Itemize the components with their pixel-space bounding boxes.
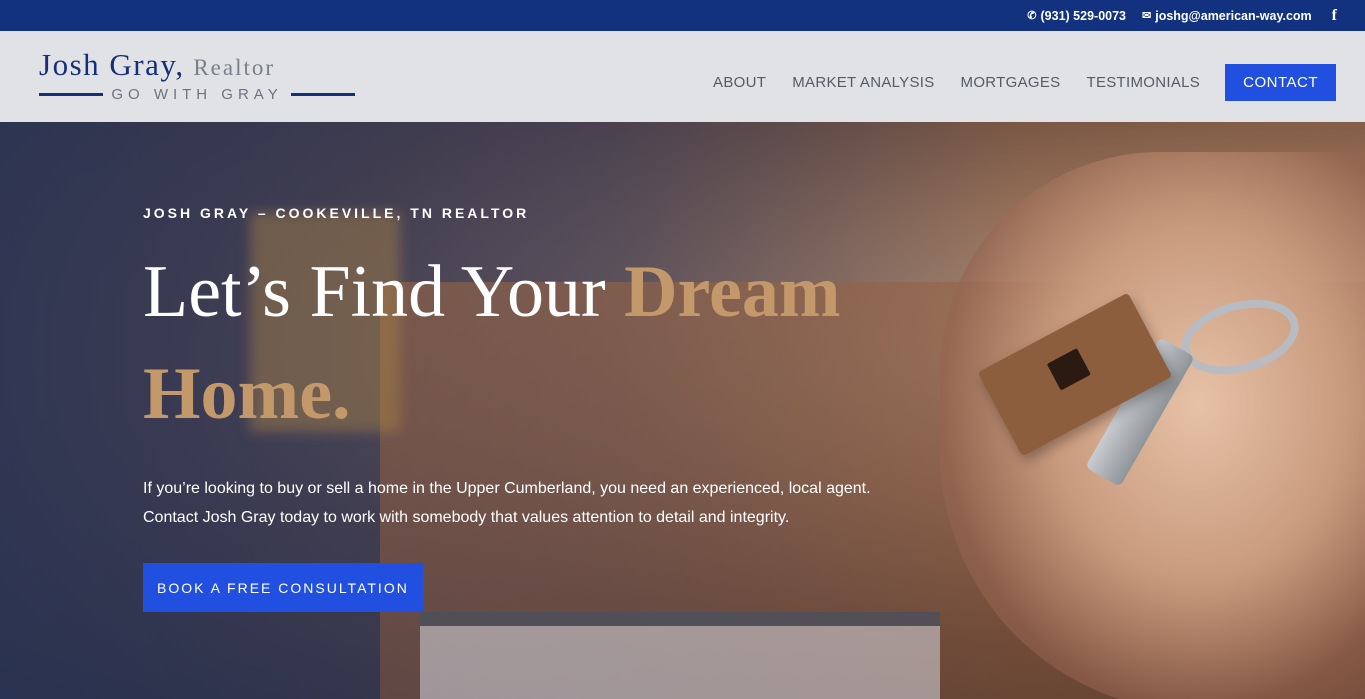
logo-tagline-text: GO WITH GRAY — [111, 86, 283, 103]
headline-plain: Let’s Find Your — [143, 251, 625, 333]
hero-clipboard — [420, 612, 940, 699]
hero-description: If you’re looking to buy or sell a home … — [143, 480, 871, 526]
phone-icon: ✆ — [1027, 10, 1037, 22]
email-address: joshg@american-way.com — [1155, 8, 1312, 23]
facebook-icon[interactable]: f — [1332, 7, 1337, 25]
nav-testimonials[interactable]: TESTIMONIALS — [1086, 74, 1200, 91]
logo-name-first: Josh Gray, — [39, 47, 185, 82]
hero-content: JOSH GRAY – COOKEVILLE, TN REALTOR Let’s… — [143, 205, 923, 612]
top-contact-bar: ✆ (931) 529-0073 ✉ joshg@american-way.co… — [0, 0, 1365, 31]
keytag-window — [1046, 348, 1091, 391]
logo-name-second: Realtor — [193, 55, 276, 80]
book-consultation-button[interactable]: BOOK A FREE CONSULTATION — [143, 563, 423, 612]
site-logo[interactable]: Josh Gray, Realtor GO WITH GRAY — [39, 47, 356, 103]
site-header: Josh Gray, Realtor GO WITH GRAY ABOUT MA… — [0, 31, 1365, 122]
logo-rule-right — [290, 93, 356, 96]
email-contact[interactable]: ✉ joshg@american-way.com — [1142, 9, 1312, 23]
hero-kicker: JOSH GRAY – COOKEVILLE, TN REALTOR — [143, 205, 530, 221]
phone-contact[interactable]: ✆ (931) 529-0073 — [1027, 9, 1126, 23]
nav-market-analysis[interactable]: MARKET ANALYSIS — [792, 74, 934, 91]
envelope-icon: ✉ — [1142, 10, 1152, 22]
hero-headline: Let’s Find Your Dream Home. — [143, 241, 923, 445]
nav-mortgages[interactable]: MORTGAGES — [961, 74, 1061, 91]
logo-tagline: GO WITH GRAY — [39, 86, 356, 103]
main-nav: ABOUT MARKET ANALYSIS MORTGAGES TESTIMON… — [687, 64, 1336, 101]
logo-rule-left — [39, 93, 104, 96]
nav-about[interactable]: ABOUT — [713, 74, 766, 91]
logo-name: Josh Gray, Realtor — [39, 47, 355, 83]
phone-number: (931) 529-0073 — [1040, 8, 1126, 23]
nav-contact-button[interactable]: CONTACT — [1225, 64, 1336, 101]
